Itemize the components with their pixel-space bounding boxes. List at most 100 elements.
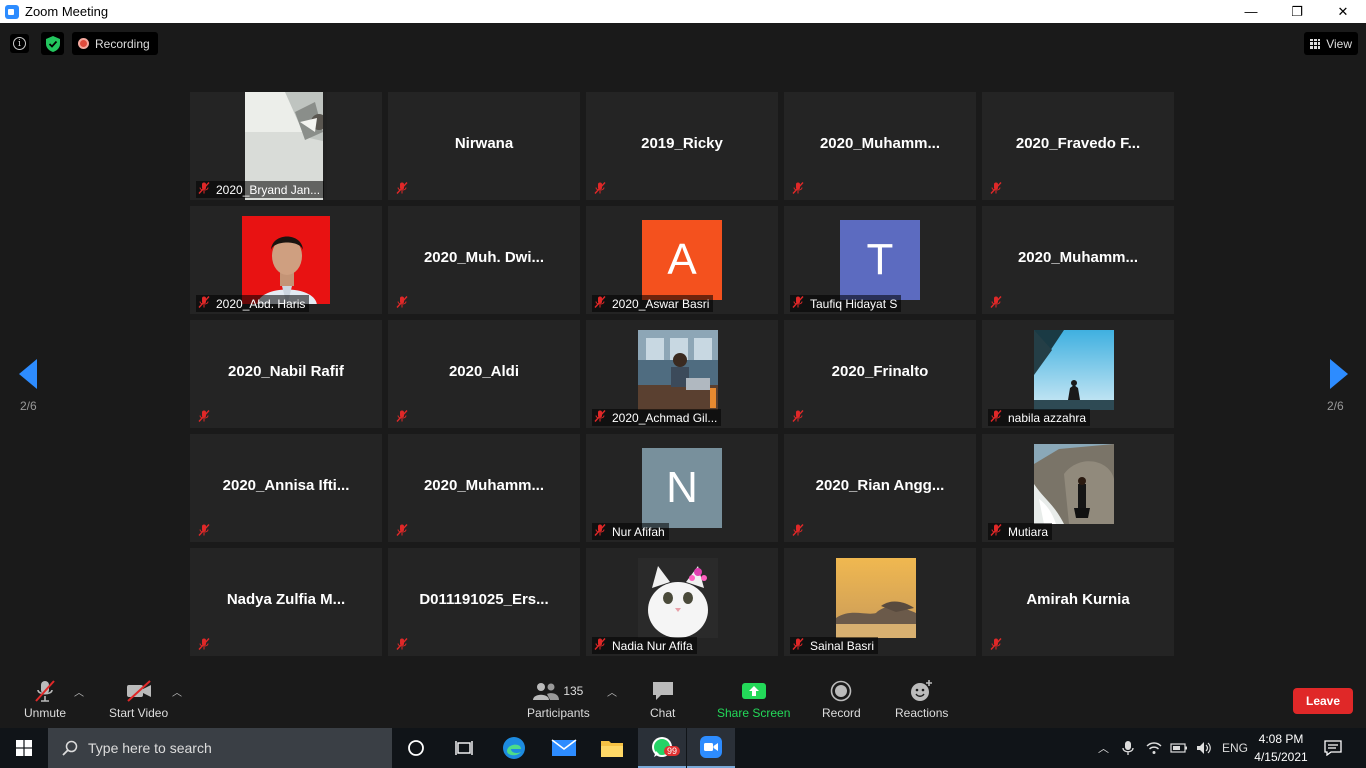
participant-footer: 2020_Achmad Gil... — [592, 409, 722, 426]
chat-button[interactable]: Chat — [650, 678, 675, 720]
start-video-label: Start Video — [109, 706, 169, 720]
participant-footer: 2020_Aswar Basri — [592, 295, 714, 312]
participant-tile[interactable]: 2020_Frinalto — [784, 320, 976, 428]
participant-tile[interactable]: 2020_Rian Angg... — [784, 434, 976, 542]
participant-name-display: 2020_Rian Angg... — [815, 477, 945, 494]
windows-start-button[interactable] — [0, 728, 48, 768]
participant-photo — [1034, 444, 1122, 532]
zoom-taskbar-icon[interactable] — [687, 728, 735, 768]
participants-chevron-up-icon[interactable]: ︿ — [607, 684, 617, 699]
action-center-notification-icon[interactable] — [1310, 728, 1356, 768]
participant-name-display: 2020_Muhamm... — [819, 135, 941, 152]
participant-photo — [1034, 330, 1122, 418]
participant-footer — [790, 523, 814, 540]
participant-footer: 2020_Abd. Haris — [196, 295, 310, 312]
participant-tile[interactable]: Nadya Zulfia M... — [190, 548, 382, 656]
page-indicator-left: 2/6 — [20, 399, 37, 413]
participant-tile[interactable]: 2020_Muhamm... — [388, 434, 580, 542]
muted-mic-icon — [990, 638, 1008, 653]
participant-tile[interactable]: N Nur Afifah — [586, 434, 778, 542]
participant-tile[interactable]: Nadia Nur Afifa — [586, 548, 778, 656]
clock-date: 4/15/2021 — [1254, 750, 1308, 764]
share-screen-icon — [741, 678, 767, 704]
windows-taskbar: Type here to search 99 ︿ ENG 4:08 PM 4/1… — [0, 728, 1366, 768]
muted-mic-icon — [396, 524, 414, 539]
participant-tile[interactable]: 2020_Aldi — [388, 320, 580, 428]
participant-tile[interactable]: Mutiara — [982, 434, 1174, 542]
file-explorer-folder-icon[interactable] — [588, 728, 636, 768]
volume-icon[interactable] — [1196, 741, 1212, 755]
meeting-info-icon[interactable]: i — [10, 34, 29, 53]
window-titlebar: Zoom Meeting — ❐ ✕ — [0, 0, 1366, 23]
security-shield-icon[interactable] — [41, 32, 64, 55]
input-language-indicator[interactable]: ENG — [1222, 741, 1248, 755]
edge-browser-icon[interactable] — [490, 728, 538, 768]
task-view-icon[interactable] — [440, 728, 488, 768]
mail-icon[interactable] — [540, 728, 588, 768]
window-title: Zoom Meeting — [25, 4, 109, 19]
participant-name-display: 2019_Ricky — [641, 135, 723, 152]
participant-tile[interactable]: 2020_Abd. Haris — [190, 206, 382, 314]
participant-name-display: D011191025_Ers... — [419, 591, 549, 608]
share-screen-label: Share Screen — [717, 706, 791, 720]
close-button[interactable]: ✕ — [1320, 0, 1366, 23]
participant-tile[interactable]: nabila azzahra — [982, 320, 1174, 428]
maximize-button[interactable]: ❐ — [1274, 0, 1320, 23]
participant-tile[interactable]: 2020_Muh. Dwi... — [388, 206, 580, 314]
participant-tile[interactable]: 2020_Annisa Ifti... — [190, 434, 382, 542]
participant-name-display: 2020_Annisa Ifti... — [222, 477, 350, 494]
unmute-button[interactable]: Unmute — [24, 678, 66, 720]
start-video-button[interactable]: Start Video — [109, 678, 168, 720]
participant-footer — [394, 523, 418, 540]
view-button[interactable]: View — [1304, 32, 1358, 55]
participant-footer — [592, 181, 616, 198]
minimize-button[interactable]: — — [1228, 0, 1274, 23]
participant-tile[interactable]: 2020_Bryand Jan... — [190, 92, 382, 200]
recording-indicator[interactable]: Recording — [72, 32, 158, 55]
participant-count: 135 — [563, 684, 584, 698]
leave-button[interactable]: Leave — [1293, 688, 1353, 714]
participant-tile[interactable]: Nirwana — [388, 92, 580, 200]
wifi-icon[interactable] — [1146, 741, 1162, 755]
cortana-circle-icon[interactable] — [392, 728, 440, 768]
next-page-arrow-icon[interactable] — [1328, 359, 1348, 389]
audio-options-chevron-up-icon[interactable]: ︿ — [74, 684, 84, 699]
whatsapp-icon[interactable]: 99 — [638, 728, 686, 768]
participant-tile[interactable]: 2019_Ricky — [586, 92, 778, 200]
participants-button[interactable]: 135 Participants — [527, 678, 590, 720]
participant-tile[interactable]: A 2020_Aswar Basri — [586, 206, 778, 314]
muted-mic-icon — [792, 524, 810, 539]
muted-mic-icon — [792, 296, 810, 311]
participant-footer — [196, 409, 220, 426]
participant-tile[interactable]: Amirah Kurnia — [982, 548, 1174, 656]
reactions-button[interactable]: Reactions — [895, 678, 948, 720]
participant-tile[interactable]: 2020_Fravedo F... — [982, 92, 1174, 200]
participant-tile[interactable]: D011191025_Ers... — [388, 548, 580, 656]
participant-tile[interactable]: 2020_Muhamm... — [784, 92, 976, 200]
video-options-chevron-up-icon[interactable]: ︿ — [172, 684, 182, 699]
participant-name-label: Nur Afifah — [612, 524, 665, 539]
participant-footer — [196, 523, 220, 540]
record-button[interactable]: Record — [822, 678, 861, 720]
tray-overflow-chevron-up-icon[interactable]: ︿ — [1098, 740, 1112, 756]
reactions-label: Reactions — [895, 706, 949, 720]
microphone-tray-icon[interactable] — [1122, 740, 1134, 756]
battery-icon[interactable] — [1170, 742, 1188, 754]
participant-name-label: Sainal Basri — [810, 638, 875, 653]
view-label: View — [1326, 36, 1352, 51]
participant-tile[interactable]: 2020_Nabil Rafif — [190, 320, 382, 428]
participant-tile[interactable]: T Taufiq Hidayat S — [784, 206, 976, 314]
participant-name-display: 2020_Fravedo F... — [1015, 135, 1141, 152]
share-screen-button[interactable]: Share Screen — [717, 678, 790, 720]
participant-footer — [790, 181, 814, 198]
participant-footer — [394, 637, 418, 654]
participant-tile[interactable]: 2020_Achmad Gil... — [586, 320, 778, 428]
participant-tile[interactable]: Sainal Basri — [784, 548, 976, 656]
muted-mic-icon — [990, 296, 1008, 311]
participant-name-label: Mutiara — [1008, 524, 1049, 539]
previous-page-arrow-icon[interactable] — [19, 359, 39, 389]
participant-name-display: 2020_Muh. Dwi... — [423, 249, 545, 266]
taskbar-search-input[interactable]: Type here to search — [48, 728, 392, 768]
taskbar-clock[interactable]: 4:08 PM 4/15/2021 — [1250, 730, 1312, 766]
participant-tile[interactable]: 2020_Muhamm... — [982, 206, 1174, 314]
